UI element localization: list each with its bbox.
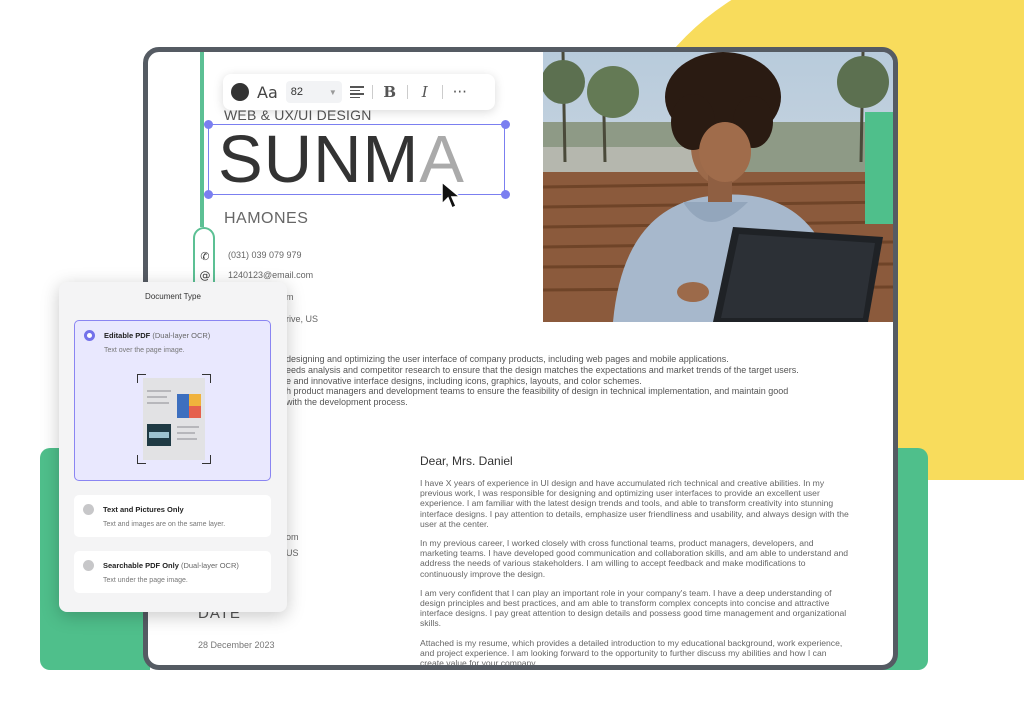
letter-paragraph: I am very confident that I can play an i… [420,587,847,629]
toolbar-divider [441,85,443,99]
option-description: Text under the page image. [103,577,188,584]
font-picker-icon[interactable]: Aa [257,83,278,102]
italic-button[interactable]: I [416,83,434,101]
radio-searchable-pdf[interactable] [83,560,94,571]
experience-line: eeds analysis and competitor research to… [286,364,799,375]
chevron-down-icon: ▼ [328,87,337,97]
toolbar-divider [406,85,408,99]
radio-text-and-pictures[interactable] [83,504,94,515]
option-description: Text and images are on the same layer. [103,521,226,528]
option-text-and-pictures[interactable]: Text and Pictures Only Text and images a… [74,495,271,537]
photo-green-tab [865,112,893,224]
experience-line: with the development process. [286,397,408,408]
document-type-dialog: Document Type Editable PDF (Dual-layer O… [59,282,287,612]
bold-button[interactable]: B [381,83,399,101]
phone-icon: ✆ [200,250,210,263]
date-value: 28 December 2023 [198,640,275,650]
profile-photo [543,52,893,322]
dialog-title: Document Type [145,292,201,301]
letter-paragraph: I have X years of experience in UI desig… [420,478,849,529]
text-color-swatch[interactable] [231,83,249,101]
align-left-icon[interactable] [349,86,364,98]
selection-handle-top-left[interactable] [204,120,213,129]
text-format-toolbar: Aa 82 ▼ B I ··· [223,74,495,110]
letter-greeting: Dear, Mrs. Daniel [420,454,513,468]
email-icon: @ [199,269,211,282]
option-searchable-pdf[interactable]: Searchable PDF Only (Dual-layer OCR) Tex… [74,551,271,593]
option-title: Text and Pictures Only [103,505,184,514]
address-partial-text: rive, US [286,314,319,324]
selection-handle-top-right[interactable] [501,120,510,129]
mouse-cursor-icon [441,180,463,210]
resume-accent-line [200,52,204,227]
option-title: Editable PDF (Dual-layer OCR) [104,331,211,340]
font-size-value: 82 [290,86,303,98]
document-preview-icon [137,374,211,464]
option-description: Text over the page image. [104,347,185,354]
contact-partial-text: m [286,292,294,302]
selection-handle-bottom-left[interactable] [204,190,213,199]
letter-paragraph: In my previous career, I worked closely … [420,538,849,579]
lower-partial-text: US [286,548,299,558]
cover-letter: Dear, Mrs. Daniel I have X years of expe… [420,454,850,669]
phone-number: (031) 039 079 979 [228,250,302,260]
lower-partial-text: om [286,532,299,542]
selection-handle-bottom-right[interactable] [501,190,510,199]
resume-last-name: HAMONES [224,210,309,227]
letter-paragraph: Attached is my resume, which provides a … [420,637,843,669]
experience-line: designing and optimizing the user interf… [286,354,729,364]
experience-line: e and innovative interface designs, incl… [286,375,642,386]
option-title: Searchable PDF Only (Dual-layer OCR) [103,561,239,570]
font-size-select[interactable]: 82 ▼ [285,81,342,103]
email-address: 1240123@email.com [228,270,314,280]
toolbar-divider [371,85,373,99]
option-editable-pdf[interactable]: Editable PDF (Dual-layer OCR) Text over … [74,320,271,481]
experience-section: designing and optimizing the user interf… [286,354,856,408]
more-options-button[interactable]: ··· [451,83,469,101]
radio-editable-pdf[interactable] [84,330,95,341]
experience-line: h product managers and development teams… [286,386,789,397]
